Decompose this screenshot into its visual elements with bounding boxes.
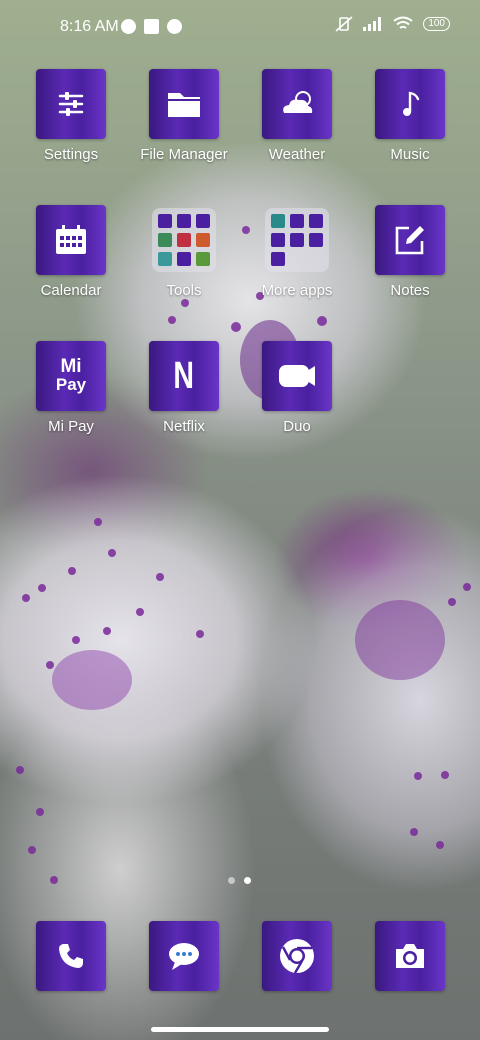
mini-app-icon <box>176 251 191 266</box>
video-camera-icon <box>279 365 315 387</box>
app-mi-pay[interactable]: Mi Pay Mi Pay <box>16 341 126 435</box>
note-edit-icon <box>395 226 424 255</box>
mini-app-icon <box>176 232 191 247</box>
app-duo[interactable]: Duo <box>242 341 352 435</box>
mi-pay-icon: Mi Pay <box>55 356 87 394</box>
mi-pay-logo-pay: Pay <box>55 375 87 394</box>
notification-square-icon <box>144 19 159 34</box>
cloud-moon-icon <box>283 91 313 113</box>
notification-app-icon <box>121 19 136 34</box>
app-netflix[interactable]: N Netflix <box>129 341 239 435</box>
duo-tile[interactable] <box>262 341 332 411</box>
folder-icon <box>168 93 200 117</box>
page-indicator[interactable] <box>228 877 251 884</box>
mini-app-icon <box>271 251 286 266</box>
message-icon <box>169 943 199 970</box>
mini-app-icon <box>158 251 173 266</box>
app-label: Tools <box>166 282 202 299</box>
page-dot[interactable] <box>228 877 235 884</box>
mini-app-icon <box>195 214 210 229</box>
dock-phone[interactable] <box>16 921 126 991</box>
mini-app-icon <box>271 214 286 229</box>
netflix-tile[interactable]: N <box>149 341 219 411</box>
app-label: More apps <box>261 282 333 299</box>
tools-folder[interactable] <box>152 208 216 272</box>
camera-tile[interactable] <box>375 921 445 991</box>
file-manager-tile[interactable] <box>149 69 219 139</box>
mini-app-icon <box>308 214 323 229</box>
app-folder-tools[interactable]: Tools <box>129 205 239 299</box>
app-label: Duo <box>283 418 311 435</box>
camera-icon <box>396 944 424 968</box>
mini-app-icon <box>158 214 173 229</box>
calendar-tile[interactable] <box>36 205 106 275</box>
chrome-tile[interactable] <box>262 921 332 991</box>
settings-tile[interactable] <box>36 69 106 139</box>
phone-tile[interactable] <box>36 921 106 991</box>
sliders-icon <box>58 92 84 116</box>
system-icons: 100 <box>335 16 450 32</box>
page-dot-active[interactable] <box>244 877 251 884</box>
gesture-navigation-bar[interactable] <box>151 1027 329 1032</box>
status-time: 8:16 AM <box>60 18 119 35</box>
app-label: File Manager <box>140 146 228 163</box>
app-label: Calendar <box>40 282 102 299</box>
app-notes[interactable]: Notes <box>355 205 465 299</box>
notification-app-icon-2 <box>167 19 182 34</box>
app-calendar[interactable]: Calendar <box>16 205 126 299</box>
app-label: Settings <box>43 146 99 163</box>
weather-tile[interactable] <box>262 69 332 139</box>
more-apps-folder[interactable] <box>265 208 329 272</box>
music-note-icon <box>403 91 420 116</box>
dock-camera[interactable] <box>355 921 465 991</box>
app-file-manager[interactable]: File Manager <box>129 69 239 163</box>
app-label: Netflix <box>163 418 205 435</box>
notification-icons <box>121 19 182 34</box>
app-music[interactable]: Music <box>355 69 465 163</box>
app-label: Music <box>390 146 430 163</box>
app-label: Weather <box>268 146 326 163</box>
netflix-icon: N <box>173 354 195 397</box>
app-folder-more-apps[interactable]: More apps <box>242 205 352 299</box>
notes-tile[interactable] <box>375 205 445 275</box>
battery-indicator: 100 <box>423 17 450 31</box>
dock-messages[interactable] <box>129 921 239 991</box>
app-weather[interactable]: Weather <box>242 69 352 163</box>
chrome-icon <box>280 939 314 974</box>
mi-pay-logo-mi: Mi <box>60 356 82 377</box>
mini-app-icon <box>289 232 304 247</box>
mi-pay-tile[interactable]: Mi Pay <box>36 341 106 411</box>
music-tile[interactable] <box>375 69 445 139</box>
mini-app-icon <box>195 232 210 247</box>
app-settings[interactable]: Settings <box>16 69 126 163</box>
signal-icon <box>363 17 382 31</box>
app-label: Notes <box>390 282 430 299</box>
mini-app-icon <box>308 232 323 247</box>
calendar-icon <box>56 225 86 254</box>
vibrate-off-icon <box>335 16 353 32</box>
mini-app-icon <box>271 232 286 247</box>
mini-app-icon <box>195 251 210 266</box>
status-bar: 8:16 AM 100 <box>0 0 480 56</box>
wifi-icon <box>393 16 413 29</box>
mini-app-icon <box>289 214 304 229</box>
messages-tile[interactable] <box>149 921 219 991</box>
mini-app-icon <box>158 232 173 247</box>
dock-chrome[interactable] <box>242 921 352 991</box>
mini-app-icon <box>176 214 191 229</box>
phone-icon <box>59 944 83 968</box>
app-label: Mi Pay <box>48 418 94 435</box>
